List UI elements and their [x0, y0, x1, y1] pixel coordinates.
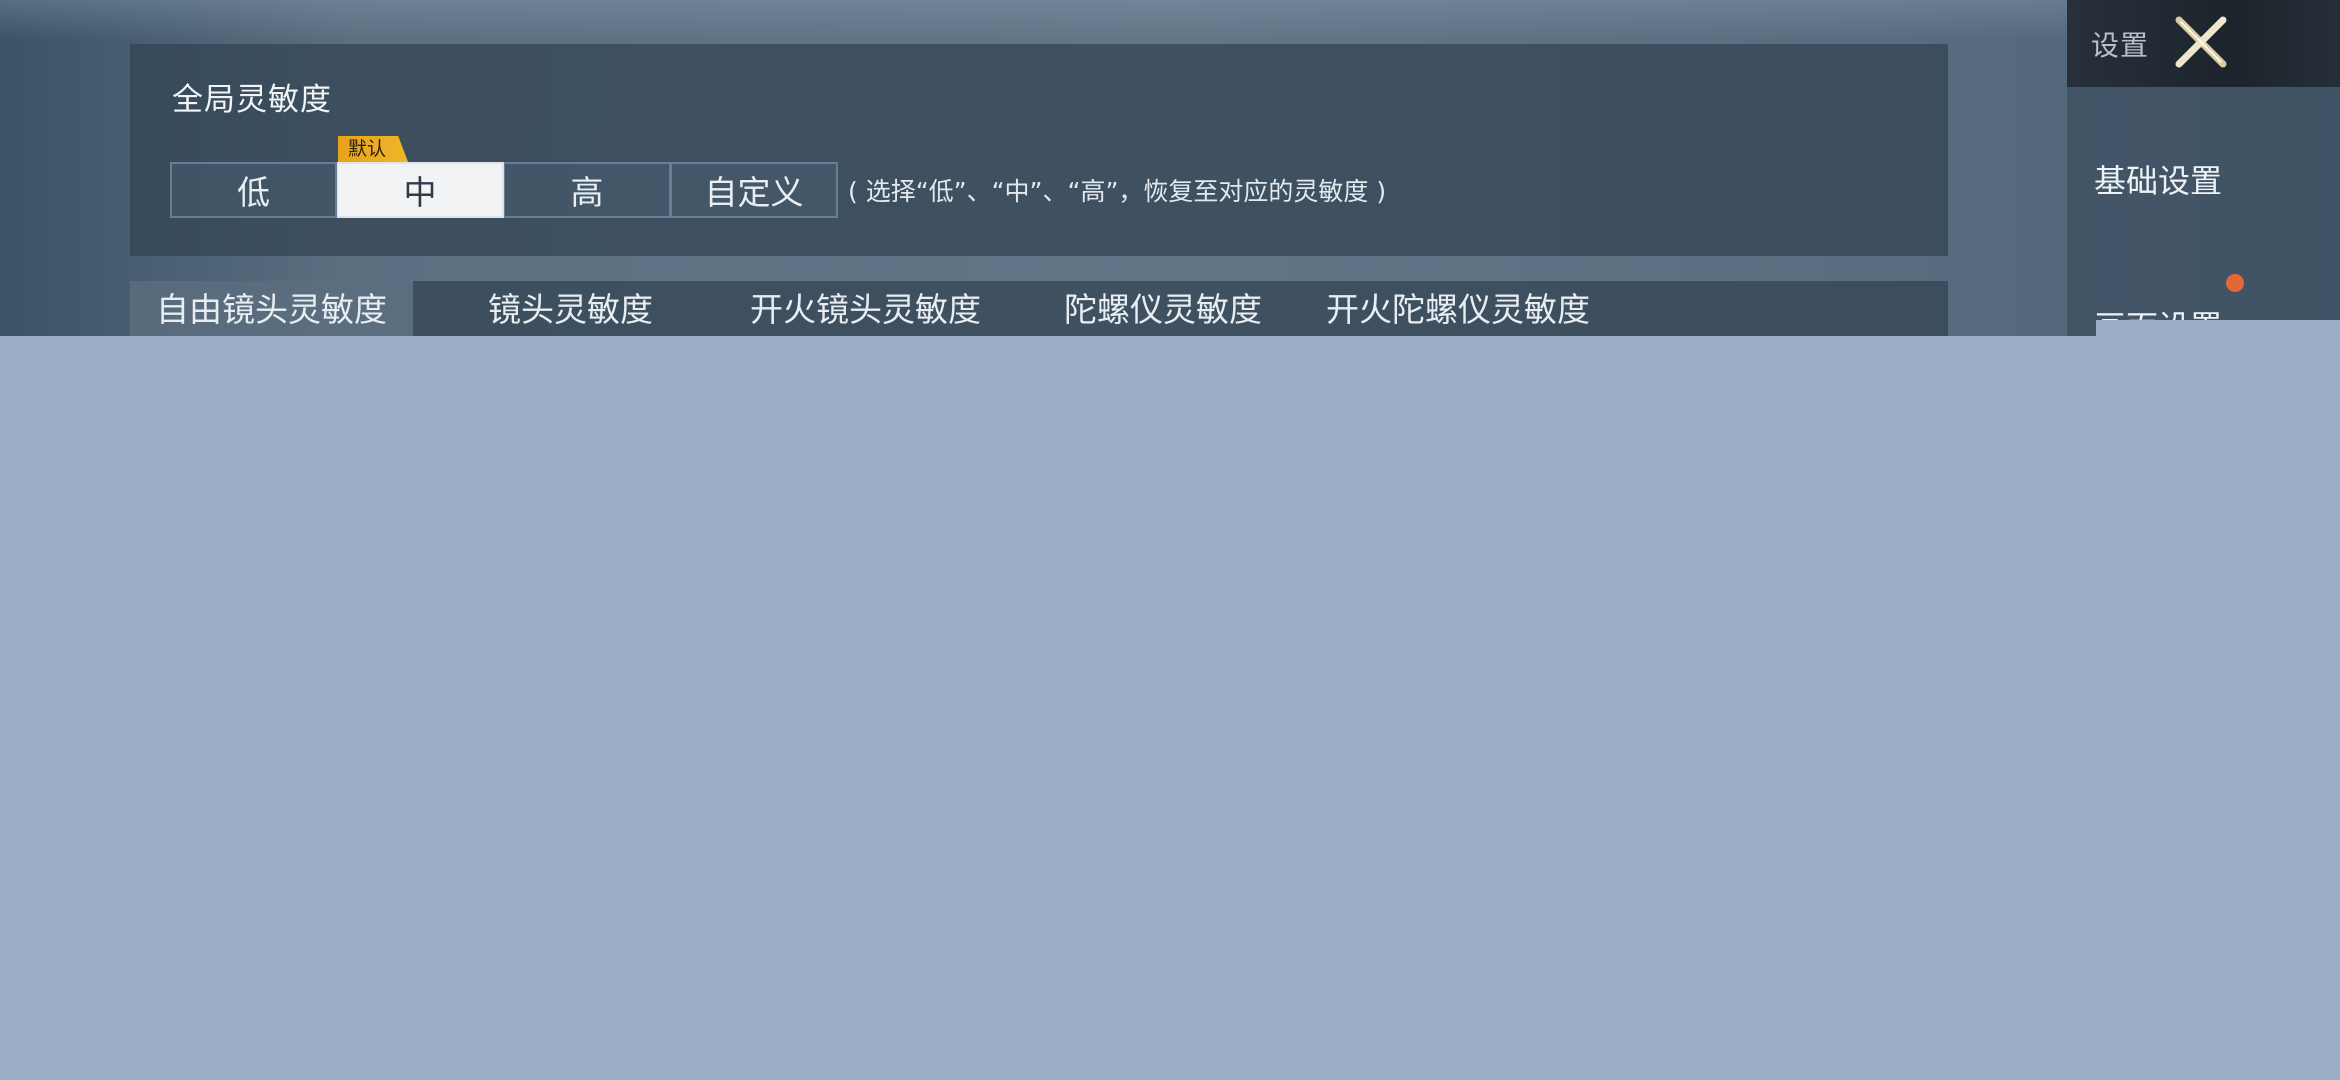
default-badge: 默认	[338, 136, 409, 162]
level-custom-label: 自定义	[704, 173, 804, 212]
background-highlight	[0, 0, 2340, 40]
level-medium-label: 中	[403, 173, 437, 212]
level-hint-text: ( 选择“低”、“中”、“高”，恢复至对应的灵敏度 )	[848, 177, 1387, 206]
level-high-label: 高	[570, 173, 604, 212]
tab-camera-label: 镜头灵敏度	[488, 290, 653, 329]
sidebar-item-basic-settings[interactable]: 基础设置	[2094, 156, 2222, 202]
tab-fire-camera-label: 开火镜头灵敏度	[750, 290, 981, 329]
tab-fire-camera-sensitivity[interactable]: 开火镜头灵敏度	[750, 281, 981, 336]
sidebar-item-basic-settings-label: 基础设置	[2094, 162, 2223, 200]
sidebar-header: 设置	[2067, 0, 2340, 87]
tab-free-camera-label: 自由镜头灵敏度	[156, 290, 387, 329]
tab-camera-sensitivity[interactable]: 镜头灵敏度	[488, 281, 653, 336]
sidebar-header-title: 设置	[2091, 29, 2150, 62]
tab-free-camera-sensitivity[interactable]: 自由镜头灵敏度	[130, 281, 413, 336]
tab-fire-gyroscope-label: 开火陀螺仪灵敏度	[1326, 290, 1590, 329]
lower-overlay	[0, 336, 2340, 1080]
tab-fire-gyroscope-sensitivity[interactable]: 开火陀螺仪灵敏度	[1326, 281, 1590, 336]
level-low-button[interactable]: 低	[170, 162, 337, 218]
sidebar-overlay-tip	[2096, 320, 2340, 340]
level-medium-button[interactable]: 默认 中	[337, 136, 504, 218]
level-custom-button[interactable]: 自定义	[671, 162, 838, 218]
level-high-button[interactable]: 高	[504, 162, 671, 218]
close-x-icon	[2175, 16, 2227, 68]
notification-dot	[2226, 274, 2244, 292]
level-low-label: 低	[237, 173, 270, 212]
sensitivity-level-selector: 低 默认 中 高 自定义 ( 选择“低”、“中”、“高”，恢复至对应的灵敏度 )	[170, 136, 1387, 218]
tab-gyroscope-label: 陀螺仪灵敏度	[1064, 290, 1262, 329]
global-sensitivity-panel: 全局灵敏度 低 默认 中 高 自定义 ( 选择“低”、“中”、“高”，恢复至对应…	[130, 44, 1948, 256]
tab-gyroscope-sensitivity[interactable]: 陀螺仪灵敏度	[1064, 281, 1262, 336]
settings-sidebar: 设置 基础设置 画面设置	[2067, 0, 2340, 346]
sensitivity-tabs-bar: 自由镜头灵敏度 镜头灵敏度 开火镜头灵敏度 陀螺仪灵敏度 开火陀螺仪灵敏度	[130, 281, 1948, 336]
global-sensitivity-title: 全局灵敏度	[172, 82, 332, 118]
close-button[interactable]	[2167, 12, 2235, 72]
